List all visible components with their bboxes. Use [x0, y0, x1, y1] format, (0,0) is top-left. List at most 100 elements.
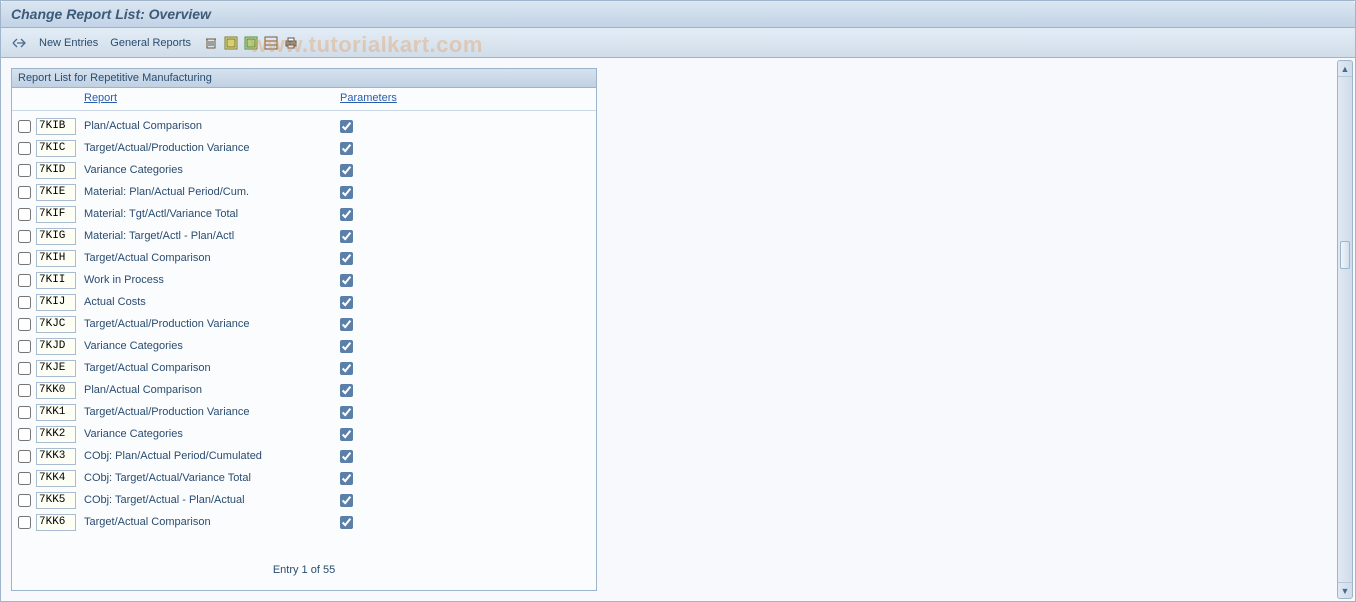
report-code-input[interactable] [36, 250, 76, 267]
report-code-input[interactable] [36, 316, 76, 333]
report-code-input[interactable] [36, 140, 76, 157]
table-row: Target/Actual Comparison [12, 357, 596, 379]
row-select-checkbox[interactable] [18, 340, 31, 353]
parameters-checkbox[interactable] [340, 120, 353, 133]
vertical-scrollbar[interactable]: ▲ ▼ [1337, 60, 1353, 599]
general-reports-button[interactable]: General Reports [110, 37, 191, 49]
parameters-checkbox[interactable] [340, 450, 353, 463]
parameters-checkbox[interactable] [340, 252, 353, 265]
parameters-checkbox[interactable] [340, 296, 353, 309]
report-name: Material: Plan/Actual Period/Cum. [84, 186, 340, 198]
parameters-checkbox[interactable] [340, 186, 353, 199]
table-row: Variance Categories [12, 423, 596, 445]
report-code-input[interactable] [36, 404, 76, 421]
entry-status: Entry 1 of 55 [12, 554, 596, 590]
row-select-checkbox[interactable] [18, 450, 31, 463]
row-select-checkbox[interactable] [18, 472, 31, 485]
table-row: CObj: Target/Actual/Variance Total [12, 467, 596, 489]
deselect-all-icon[interactable] [243, 35, 259, 51]
parameters-checkbox[interactable] [340, 516, 353, 529]
table-row: CObj: Target/Actual - Plan/Actual [12, 489, 596, 511]
parameters-checkbox[interactable] [340, 230, 353, 243]
report-code-input[interactable] [36, 492, 76, 509]
report-code-input[interactable] [36, 338, 76, 355]
report-code-input[interactable] [36, 360, 76, 377]
report-name: Variance Categories [84, 340, 340, 352]
row-select-checkbox[interactable] [18, 318, 31, 331]
report-code-input[interactable] [36, 228, 76, 245]
table-row: Target/Actual/Production Variance [12, 313, 596, 335]
parameters-checkbox[interactable] [340, 318, 353, 331]
scroll-up-icon[interactable]: ▲ [1338, 61, 1352, 77]
parameters-checkbox[interactable] [340, 472, 353, 485]
row-select-checkbox[interactable] [18, 120, 31, 133]
parameters-checkbox[interactable] [340, 208, 353, 221]
row-select-checkbox[interactable] [18, 230, 31, 243]
row-select-checkbox[interactable] [18, 384, 31, 397]
col-header-parameters[interactable]: Parameters [340, 92, 540, 104]
report-code-input[interactable] [36, 162, 76, 179]
parameters-checkbox[interactable] [340, 164, 353, 177]
report-name: CObj: Plan/Actual Period/Cumulated [84, 450, 340, 462]
report-code-input[interactable] [36, 294, 76, 311]
row-select-checkbox[interactable] [18, 186, 31, 199]
scroll-thumb[interactable] [1340, 241, 1350, 269]
row-select-checkbox[interactable] [18, 252, 31, 265]
table-row: Plan/Actual Comparison [12, 379, 596, 401]
report-name: Target/Actual/Production Variance [84, 142, 340, 154]
row-select-checkbox[interactable] [18, 406, 31, 419]
titlebar: Change Report List: Overview [1, 1, 1355, 28]
report-code-input[interactable] [36, 514, 76, 531]
report-code-input[interactable] [36, 184, 76, 201]
parameters-checkbox[interactable] [340, 384, 353, 397]
report-code-input[interactable] [36, 272, 76, 289]
scroll-down-icon[interactable]: ▼ [1338, 582, 1352, 598]
row-select-checkbox[interactable] [18, 516, 31, 529]
toggle-icon[interactable] [11, 35, 27, 51]
report-code-input[interactable] [36, 426, 76, 443]
column-headers: Report Parameters [12, 88, 596, 111]
report-name: Target/Actual/Production Variance [84, 318, 340, 330]
report-name: Target/Actual Comparison [84, 252, 340, 264]
row-select-checkbox[interactable] [18, 494, 31, 507]
row-select-checkbox[interactable] [18, 142, 31, 155]
parameters-checkbox[interactable] [340, 494, 353, 507]
report-code-input[interactable] [36, 382, 76, 399]
delete-icon[interactable] [203, 35, 219, 51]
parameters-checkbox[interactable] [340, 142, 353, 155]
row-select-checkbox[interactable] [18, 208, 31, 221]
toolbar: New Entries General Reports [1, 28, 1355, 58]
parameters-checkbox[interactable] [340, 428, 353, 441]
report-name: Material: Target/Actl - Plan/Actl [84, 230, 340, 242]
report-code-input[interactable] [36, 206, 76, 223]
select-all-icon[interactable] [223, 35, 239, 51]
panel-header: Report List for Repetitive Manufacturing [12, 69, 596, 88]
table-row: Variance Categories [12, 335, 596, 357]
report-name: Variance Categories [84, 164, 340, 176]
row-select-checkbox[interactable] [18, 362, 31, 375]
table-row: Work in Process [12, 269, 596, 291]
report-name: Actual Costs [84, 296, 340, 308]
row-select-checkbox[interactable] [18, 428, 31, 441]
parameters-checkbox[interactable] [340, 274, 353, 287]
report-name: CObj: Target/Actual/Variance Total [84, 472, 340, 484]
print-icon[interactable] [283, 35, 299, 51]
row-select-checkbox[interactable] [18, 164, 31, 177]
report-code-input[interactable] [36, 118, 76, 135]
parameters-checkbox[interactable] [340, 340, 353, 353]
parameters-checkbox[interactable] [340, 362, 353, 375]
config-icon[interactable] [263, 35, 279, 51]
new-entries-button[interactable]: New Entries [39, 37, 98, 49]
report-name: Work in Process [84, 274, 340, 286]
rows-container: Plan/Actual Comparison Target/Actual/Prod… [12, 111, 596, 554]
table-row: Material: Tgt/Actl/Variance Total [12, 203, 596, 225]
row-select-checkbox[interactable] [18, 296, 31, 309]
col-header-report[interactable]: Report [84, 92, 340, 104]
report-code-input[interactable] [36, 448, 76, 465]
report-name: Target/Actual Comparison [84, 362, 340, 374]
row-select-checkbox[interactable] [18, 274, 31, 287]
parameters-checkbox[interactable] [340, 406, 353, 419]
table-row: Target/Actual Comparison [12, 247, 596, 269]
table-row: Target/Actual/Production Variance [12, 137, 596, 159]
report-code-input[interactable] [36, 470, 76, 487]
